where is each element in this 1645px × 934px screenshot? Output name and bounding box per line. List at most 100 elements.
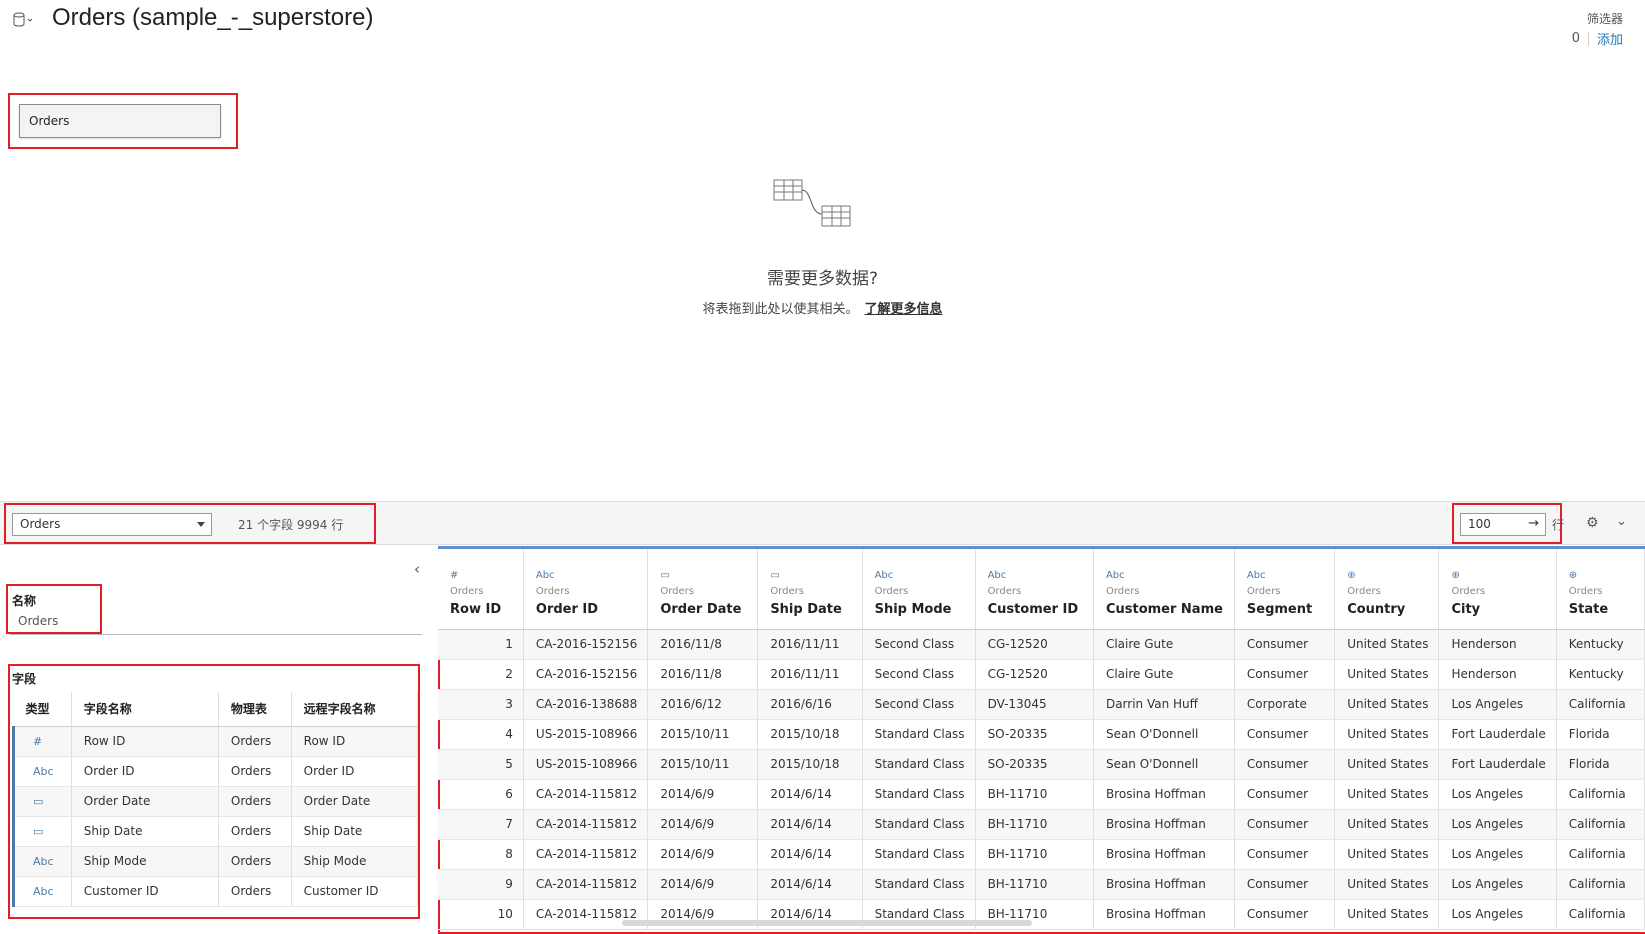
table-row[interactable]: 1 CA-2016-152156 2016/11/8 2016/11/11 Second… — [438, 629, 1645, 660]
grid-cell[interactable]: 2014/6/14 — [757, 839, 863, 870]
grid-cell[interactable]: Darrin Van Huff — [1093, 689, 1235, 720]
grid-cell[interactable]: SO-20335 — [975, 749, 1094, 780]
field-name[interactable]: Row ID — [71, 726, 219, 757]
learn-more-link[interactable]: 了解更多信息 — [865, 302, 943, 317]
table-pill-orders[interactable]: Orders — [19, 104, 221, 138]
table-row[interactable]: 5 US-2015-108966 2015/10/11 2015/10/18 Stand… — [438, 749, 1645, 780]
grid-cell[interactable]: Brosina Hoffman — [1093, 809, 1235, 840]
join-canvas[interactable]: Orders 需要更多数据? 将表拖到此处以使其相关。 了解更多信息 — [0, 48, 1645, 500]
grid-cell[interactable]: California — [1556, 869, 1645, 900]
grid-cell[interactable]: Claire Gute — [1093, 629, 1235, 660]
grid-cell[interactable]: Los Angeles — [1438, 689, 1557, 720]
grid-cell[interactable]: CA-2014-115812 — [523, 809, 649, 840]
table-row[interactable]: 10 CA-2014-115812 2014/6/9 2014/6/14 Standar… — [438, 899, 1645, 930]
grid-cell[interactable]: United States — [1334, 719, 1440, 750]
grid-cell[interactable]: Kentucky — [1556, 659, 1645, 690]
grid-cell[interactable]: United States — [1334, 839, 1440, 870]
column-name[interactable]: Order ID — [536, 602, 637, 617]
grid-cell[interactable]: 2016/11/8 — [647, 629, 759, 660]
column-name[interactable]: City — [1451, 602, 1545, 617]
grid-cell[interactable]: Florida — [1556, 719, 1645, 750]
grid-cell[interactable]: Second Class — [862, 659, 976, 690]
grid-cell[interactable]: 3 — [438, 689, 524, 720]
field-name[interactable]: Order ID — [71, 756, 219, 787]
grid-cell[interactable]: Los Angeles — [1438, 899, 1557, 930]
column-name[interactable]: Ship Mode — [875, 602, 965, 617]
grid-cell[interactable]: Brosina Hoffman — [1093, 839, 1235, 870]
grid-cell[interactable]: Brosina Hoffman — [1093, 869, 1235, 900]
grid-cell[interactable]: 2015/10/11 — [647, 749, 759, 780]
field-row[interactable]: Abc Customer ID Orders Customer ID — [12, 876, 419, 907]
table-row[interactable]: 7 CA-2014-115812 2014/6/9 2014/6/14 Standard… — [438, 809, 1645, 840]
grid-cell[interactable]: Standard Class — [862, 719, 976, 750]
grid-cell[interactable]: CG-12520 — [975, 629, 1094, 660]
table-row[interactable]: 6 CA-2014-115812 2014/6/9 2014/6/14 Standard… — [438, 779, 1645, 810]
grid-cell[interactable]: United States — [1334, 869, 1440, 900]
grid-cell[interactable]: CA-2016-152156 — [523, 629, 649, 660]
field-row[interactable]: Abc Order ID Orders Order ID — [12, 756, 419, 787]
grid-cell[interactable]: 2 — [438, 659, 524, 690]
grid-cell[interactable]: 7 — [438, 809, 524, 840]
grid-column-header[interactable]: Abc Orders Ship Mode — [862, 549, 976, 630]
grid-cell[interactable]: Second Class — [862, 689, 976, 720]
grid-cell[interactable]: 2014/6/9 — [647, 869, 759, 900]
grid-cell[interactable]: BH-11710 — [975, 809, 1094, 840]
grid-cell[interactable]: Fort Lauderdale — [1438, 719, 1557, 750]
grid-cell[interactable]: 6 — [438, 779, 524, 810]
grid-cell[interactable]: Consumer — [1234, 809, 1336, 840]
grid-column-header[interactable]: ▭ Orders Ship Date — [757, 549, 863, 630]
grid-cell[interactable]: Consumer — [1234, 629, 1336, 660]
col-header-field-name[interactable]: 字段名称 — [71, 692, 219, 727]
grid-cell[interactable]: US-2015-108966 — [523, 749, 649, 780]
grid-cell[interactable]: United States — [1334, 809, 1440, 840]
grid-cell[interactable]: 2016/6/12 — [647, 689, 759, 720]
col-header-type[interactable]: 类型 — [13, 692, 72, 727]
cylinder-database-icon[interactable] — [12, 12, 36, 27]
grid-column-header[interactable]: # Orders Row ID — [438, 549, 524, 630]
grid-cell[interactable]: Fort Lauderdale — [1438, 749, 1557, 780]
grid-cell[interactable]: 9 — [438, 869, 524, 900]
grid-cell[interactable]: 1 — [438, 629, 524, 660]
grid-cell[interactable]: California — [1556, 779, 1645, 810]
grid-cell[interactable]: 2014/6/14 — [757, 869, 863, 900]
grid-cell[interactable]: BH-11710 — [975, 869, 1094, 900]
grid-cell[interactable]: CA-2014-115812 — [523, 779, 649, 810]
grid-cell[interactable]: Los Angeles — [1438, 839, 1557, 870]
grid-cell[interactable]: Sean O'Donnell — [1093, 719, 1235, 750]
gear-icon[interactable]: ⚙ — [1586, 515, 1599, 531]
grid-cell[interactable]: United States — [1334, 689, 1440, 720]
grid-cell[interactable]: SO-20335 — [975, 719, 1094, 750]
grid-cell[interactable]: Standard Class — [862, 779, 976, 810]
column-name[interactable]: Customer ID — [988, 602, 1083, 617]
grid-cell[interactable]: 2016/6/16 — [757, 689, 863, 720]
grid-cell[interactable]: Los Angeles — [1438, 779, 1557, 810]
field-type-icon[interactable]: Abc — [1106, 570, 1224, 586]
grid-cell[interactable]: CA-2014-115812 — [523, 839, 649, 870]
add-filter-link[interactable]: 添加 — [1597, 29, 1623, 48]
grid-cell[interactable]: BH-11710 — [975, 839, 1094, 870]
grid-column-header[interactable]: Abc Orders Order ID — [523, 549, 649, 630]
grid-cell[interactable]: 2016/11/8 — [647, 659, 759, 690]
field-type-icon[interactable]: Abc — [988, 570, 1083, 586]
name-value[interactable]: Orders — [18, 614, 58, 628]
grid-cell[interactable]: 2015/10/11 — [647, 719, 759, 750]
grid-cell[interactable]: Consumer — [1234, 749, 1336, 780]
field-name[interactable]: Customer ID — [71, 876, 219, 907]
grid-cell[interactable]: 2015/10/18 — [757, 719, 863, 750]
grid-cell[interactable]: United States — [1334, 629, 1440, 660]
grid-cell[interactable]: BH-11710 — [975, 779, 1094, 810]
grid-column-header[interactable]: Abc Orders Customer ID — [975, 549, 1094, 630]
column-name[interactable]: Row ID — [450, 602, 513, 617]
grid-cell[interactable]: 5 — [438, 749, 524, 780]
grid-cell[interactable]: 2016/11/11 — [757, 659, 863, 690]
grid-cell[interactable]: 8 — [438, 839, 524, 870]
grid-cell[interactable]: 2014/6/14 — [757, 779, 863, 810]
grid-cell[interactable]: CA-2014-115812 — [523, 869, 649, 900]
grid-cell[interactable]: Brosina Hoffman — [1093, 779, 1235, 810]
grid-cell[interactable]: United States — [1334, 659, 1440, 690]
grid-cell[interactable]: Standard Class — [862, 869, 976, 900]
data-grid[interactable]: # Orders Row ID Abc Orders Order ID ▭ Orders Ord… — [438, 546, 1645, 934]
grid-cell[interactable]: California — [1556, 809, 1645, 840]
field-row[interactable]: Abc Ship Mode Orders Ship Mode — [12, 846, 419, 877]
grid-cell[interactable]: Consumer — [1234, 719, 1336, 750]
